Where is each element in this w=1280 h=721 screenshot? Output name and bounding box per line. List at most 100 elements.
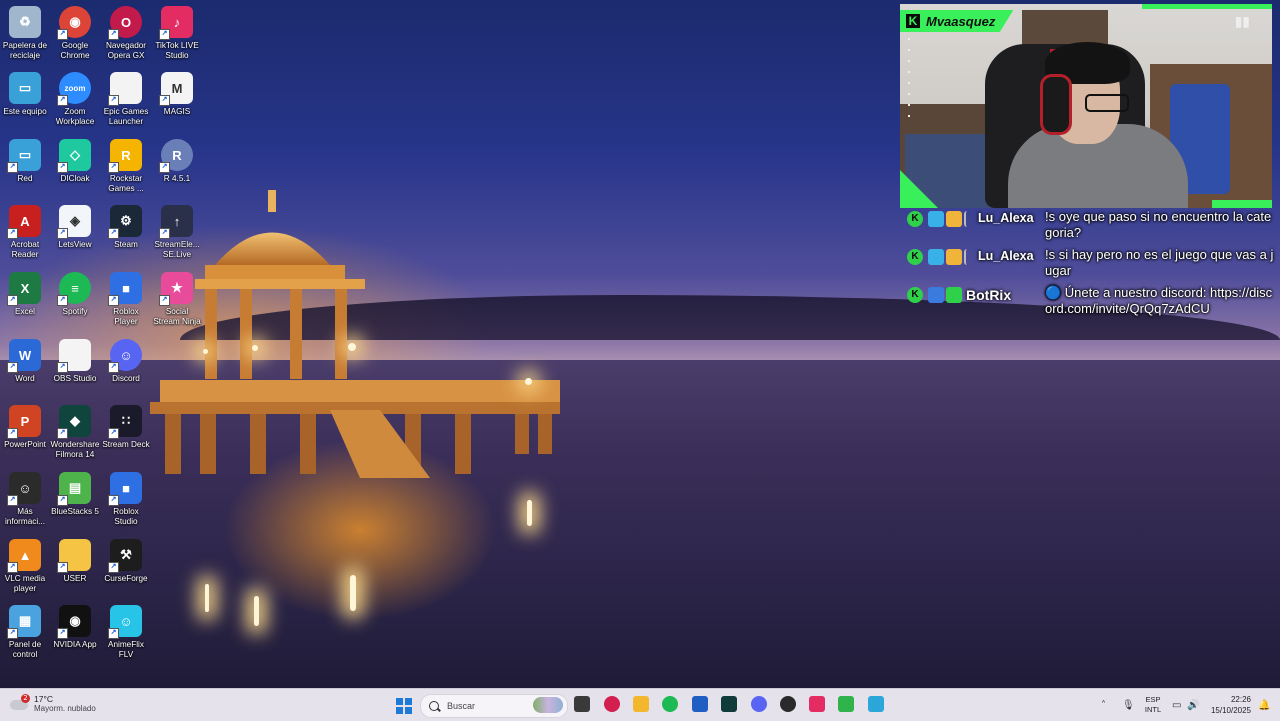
desktop-icon-discord[interactable]: ☺ ↗ Discord (101, 339, 151, 384)
search-placeholder: Buscar (447, 701, 476, 711)
file-explorer-icon[interactable] (633, 696, 649, 712)
desktop-icon-label: MAGIS (163, 107, 191, 116)
desktop-icon-obs-studio[interactable]: ↗ OBS Studio (50, 339, 100, 384)
desktop-icon-bluestacks[interactable]: ▤ ↗ BlueStacks 5 (50, 472, 100, 517)
desktop-icon-r-language[interactable]: R ↗ R 4.5.1 (152, 139, 202, 184)
terminal-icon[interactable] (721, 696, 737, 712)
store-icon[interactable] (692, 696, 708, 712)
desktop-icon-recycle-bin[interactable]: ♻ Papelera de reciclaje (0, 6, 50, 61)
desktop-icon-powerpoint[interactable]: P ↗ PowerPoint (0, 405, 50, 450)
chat-message-text: !s oye que paso si no encuentro la categ… (1045, 209, 1272, 240)
control-panel-icon: ▦ ↗ (7, 605, 41, 639)
opera-gx-taskbar-icon[interactable] (604, 696, 620, 712)
spotify-taskbar-icon[interactable] (662, 696, 678, 712)
desktop-icon-rockstar[interactable]: R ↗ Rockstar Games ... (101, 139, 151, 194)
tiktok-taskbar-icon[interactable] (809, 696, 825, 712)
notepad-icon[interactable] (868, 696, 884, 712)
chat-message: K Lu_Alexa !s oye que paso si no encuentro… (904, 209, 1277, 241)
desktop-icon-animeflix[interactable]: ☺ ↗ AnimeFlix FLV (101, 605, 151, 660)
desktop-icon-filmora[interactable]: ◆ ↗ Wondershare Filmora 14 (50, 405, 100, 460)
discord-taskbar-icon[interactable] (751, 696, 767, 712)
clock-date: 15/10/2025 (1210, 706, 1251, 715)
shortcut-arrow-icon: ↗ (7, 228, 18, 239)
zoom-icon: zoom ↗ (57, 72, 91, 106)
chrome-icon: ◉ ↗ (57, 6, 91, 40)
shortcut-arrow-icon: ↗ (159, 95, 170, 106)
desktop-icon-label: Social Stream Ninja (153, 307, 201, 326)
desktop-icon-label: PowerPoint (4, 440, 46, 449)
input-language-indicator[interactable]: ESP INTL (1143, 695, 1163, 715)
recycle-bin-icon: ♻ (9, 6, 41, 38)
discord-icon: ☺ ↗ (108, 339, 142, 373)
chat-badge-icon (928, 287, 944, 303)
streamer-name-tag: K Mvaasquez (900, 10, 1014, 32)
desktop-icon-this-pc[interactable]: ▭ Este equipo (0, 72, 50, 117)
desktop-icon-opera-gx[interactable]: O ↗ Navegador Opera GX (101, 6, 151, 61)
obs-taskbar-icon[interactable] (780, 696, 796, 712)
desktop-icon-stream-deck[interactable]: ∷ ↗ Stream Deck (101, 405, 151, 450)
language-code: ESP (1145, 695, 1161, 704)
chat-badge-icon (928, 211, 944, 227)
taskbar: 2 17°C Mayorm. nublado Buscar ˄ 🎙 ESP IN… (0, 688, 1280, 721)
chat-username: Lu_Alexa (978, 249, 1034, 263)
bluestacks-icon: ▤ ↗ (57, 472, 91, 506)
streamelements-icon: ↑ ↗ (159, 205, 193, 239)
volume-icon[interactable]: 🔊 (1187, 700, 1199, 711)
webcam-glasses (1085, 94, 1129, 112)
desktop-icon-acrobat[interactable]: A ↗ Acrobat Reader (0, 205, 50, 260)
desktop-icon-chrome[interactable]: ◉ ↗ Google Chrome (50, 6, 100, 61)
desktop-icon-user-folder[interactable]: ↗ USER (50, 539, 100, 584)
desktop-icon-epic-games[interactable]: ↗ Epic Games Launcher (101, 72, 151, 127)
shortcut-arrow-icon: ↗ (57, 29, 68, 40)
desktop-icon-steam[interactable]: ⚙ ↗ Steam (101, 205, 151, 250)
desktop-icon-nvidia-app[interactable]: ◉ ↗ NVIDIA App (50, 605, 100, 650)
desktop-icon-zoom[interactable]: zoom ↗ Zoom Workplace (50, 72, 100, 127)
weather-widget[interactable]: 2 17°C Mayorm. nublado (10, 694, 96, 714)
word-icon: W ↗ (7, 339, 41, 373)
desktop-icon-streamelements[interactable]: ↑ ↗ StreamEle... SE.Live (152, 205, 202, 260)
desktop-icon-curseforge[interactable]: ⚒ ↗ CurseForge (101, 539, 151, 584)
notifications-icon[interactable]: 🔔 (1258, 700, 1270, 711)
desktop-icon-network[interactable]: ▭ ↗ Red (0, 139, 50, 184)
desktop-icon-word[interactable]: W ↗ Word (0, 339, 50, 384)
desktop-icon-label: Este equipo (3, 107, 47, 116)
more-info-icon: ☺ ↗ (7, 472, 41, 506)
system-clock[interactable]: 22:26 15/10/2025 (1205, 694, 1251, 716)
kick-platform-icon: K (907, 249, 923, 265)
start-button[interactable] (396, 698, 412, 714)
desktop-icon-excel[interactable]: X ↗ Excel (0, 272, 50, 317)
desktop-icon-social-stream-ninja[interactable]: ★ ↗ Social Stream Ninja (152, 272, 202, 327)
desktop-icon-roblox-studio[interactable]: ■ ↗ Roblox Studio (101, 472, 151, 527)
desktop-icon-letsview[interactable]: ◈ ↗ LetsView (50, 205, 100, 250)
network-icon[interactable]: ▭ (1172, 700, 1181, 711)
desktop-icon-label: Spotify (62, 307, 88, 316)
chat-badge-icon (946, 249, 962, 265)
desktop-icon-magis[interactable]: M ↗ MAGIS (152, 72, 202, 117)
desktop-icon-control-panel[interactable]: ▦ ↗ Panel de control (0, 605, 50, 660)
chat-badge-icon (964, 249, 974, 265)
desktop-icon-label: Zoom Workplace (55, 107, 95, 126)
task-view-icon[interactable] (574, 696, 590, 712)
desktop-icon-tiktok-live[interactable]: ♪ ↗ TikTok LIVE Studio (152, 6, 202, 61)
shortcut-arrow-icon: ↗ (7, 362, 18, 373)
show-hidden-icons-chevron-icon[interactable]: ˄ (1101, 700, 1106, 711)
shortcut-arrow-icon: ↗ (7, 295, 18, 306)
social-stream-taskbar-icon[interactable] (838, 696, 854, 712)
desktop-icon-vlc[interactable]: ▲ ↗ VLC media player (0, 539, 50, 594)
spotify-icon: ≡ ↗ (57, 272, 91, 306)
desktop-icon-label: OBS Studio (53, 374, 97, 383)
desktop-icon-more-info[interactable]: ☺ ↗ Más informaci... (0, 472, 50, 527)
desktop-icon-label: BlueStacks 5 (51, 507, 99, 516)
desktop-icon-spotify[interactable]: ≡ ↗ Spotify (50, 272, 100, 317)
chat-message: K Lu_Alexa !s si hay pero no es el juego q… (904, 247, 1277, 279)
desktop-icon-label: Papelera de reciclaje (2, 41, 48, 60)
desktop-icon-label: Google Chrome (60, 41, 90, 60)
roblox-studio-icon: ■ ↗ (108, 472, 142, 506)
microphone-icon[interactable]: 🎙 (1122, 700, 1135, 711)
desktop-icon-dicloak[interactable]: ◇ ↗ DICloak (50, 139, 100, 184)
desktop-icon-roblox-player[interactable]: ■ ↗ Roblox Player (101, 272, 151, 327)
webcam-headset (1040, 74, 1072, 135)
opera-gx-icon: O ↗ (108, 6, 142, 40)
taskbar-search-box[interactable]: Buscar (420, 694, 568, 718)
wallpaper-lamp-reflection (205, 584, 209, 612)
